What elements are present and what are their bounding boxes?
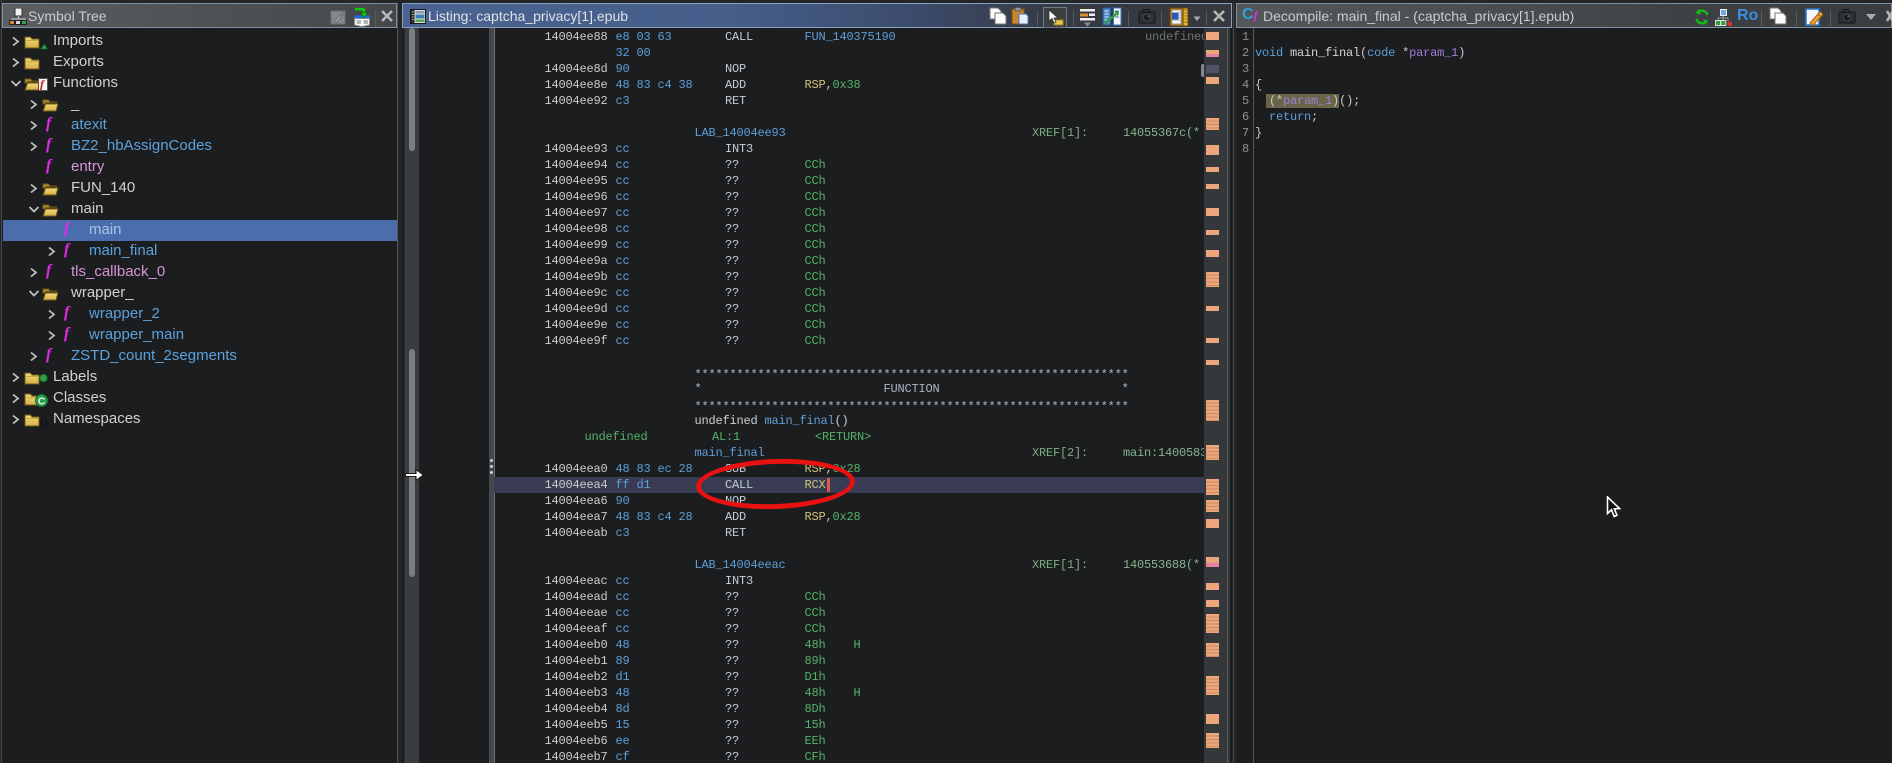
svg-text:{}: {} xyxy=(40,417,49,429)
svg-text:C: C xyxy=(38,397,45,408)
